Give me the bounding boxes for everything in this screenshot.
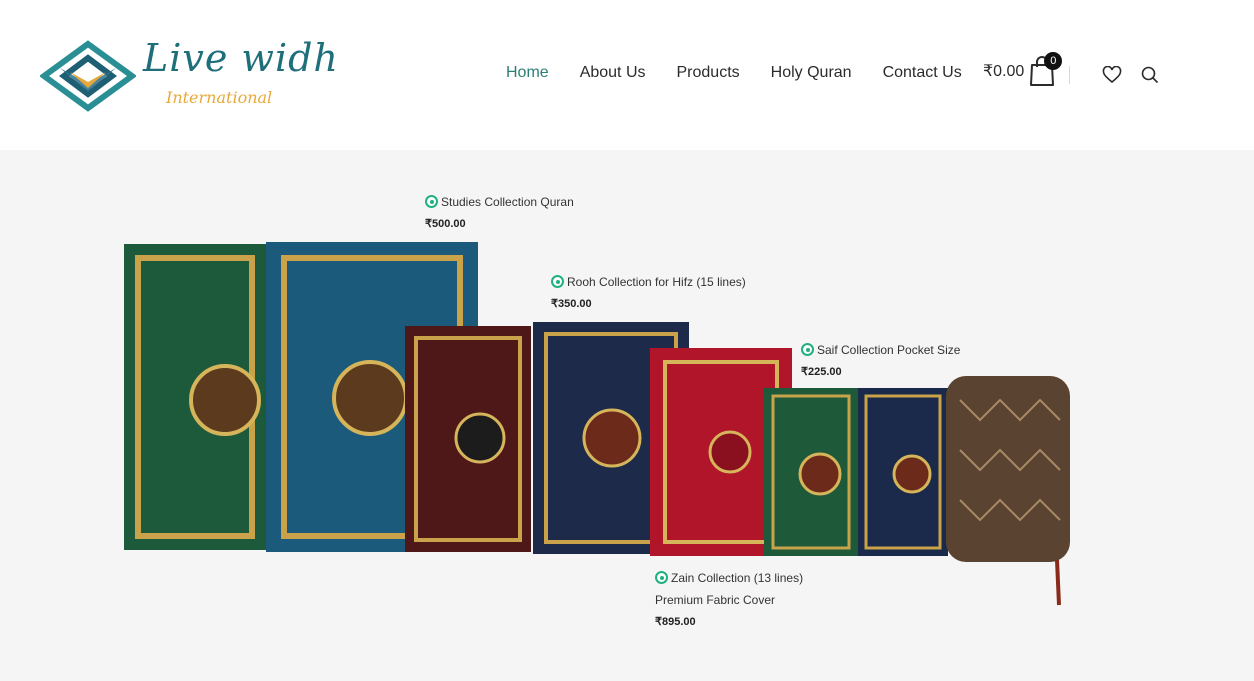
nav-item-products[interactable]: Products: [677, 64, 740, 82]
heart-icon[interactable]: [1102, 65, 1122, 84]
nav-item-home[interactable]: Home: [506, 64, 549, 82]
quran-collection-image: [124, 242, 1070, 606]
logo-mark-icon: [40, 40, 136, 112]
shopping-bag-icon: 0: [1028, 52, 1063, 87]
logo-text-secondary: International: [166, 88, 273, 107]
main-nav: Home About Us Products Holy Quran Contac…: [506, 64, 993, 82]
site-header: Live widh International Home About Us Pr…: [0, 0, 1254, 150]
header-divider: [1069, 66, 1070, 84]
hotspot-subtitle: Premium Fabric Cover: [655, 593, 776, 607]
search-icon[interactable]: [1141, 66, 1159, 84]
cart-count-badge: 0: [1044, 52, 1063, 70]
hero-banner: Studies Collection Quran ₹500.00 Rooh Co…: [0, 150, 1254, 681]
hotspot-zain-collection[interactable]: Zain Collection (13 lines) Premium Fabri…: [655, 571, 803, 628]
nav-item-about-us[interactable]: About Us: [580, 64, 646, 82]
nav-item-holy-quran[interactable]: Holy Quran: [771, 64, 852, 82]
hotspot-marker-icon: [801, 343, 814, 356]
hotspot-studies-collection[interactable]: Studies Collection Quran ₹500.00: [425, 195, 574, 230]
cart-total: ₹0.00: [983, 63, 1025, 80]
hotspot-title: Rooh Collection for Hifz (15 lines): [567, 275, 746, 289]
hotspot-title: Saif Collection Pocket Size: [817, 343, 961, 357]
hotspot-title: Studies Collection Quran: [441, 195, 574, 209]
nav-item-contact-us[interactable]: Contact Us: [883, 64, 962, 82]
hotspot-title: Zain Collection (13 lines): [671, 571, 804, 585]
site-logo[interactable]: Live widh International: [40, 36, 338, 114]
cart-button[interactable]: ₹0.00 0: [983, 52, 1063, 87]
hotspot-price: ₹500.00: [425, 218, 466, 230]
hotspot-marker-icon: [425, 195, 438, 208]
hotspot-rooh-collection[interactable]: Rooh Collection for Hifz (15 lines) ₹350…: [551, 275, 746, 310]
hotspot-price: ₹225.00: [801, 366, 842, 378]
hotspot-price: ₹895.00: [655, 616, 696, 628]
hotspot-saif-collection[interactable]: Saif Collection Pocket Size ₹225.00: [801, 343, 960, 378]
hotspot-marker-icon: [551, 275, 564, 288]
logo-text-primary: Live widh: [143, 36, 339, 80]
hotspot-marker-icon: [655, 571, 668, 584]
hotspot-price: ₹350.00: [551, 298, 592, 310]
